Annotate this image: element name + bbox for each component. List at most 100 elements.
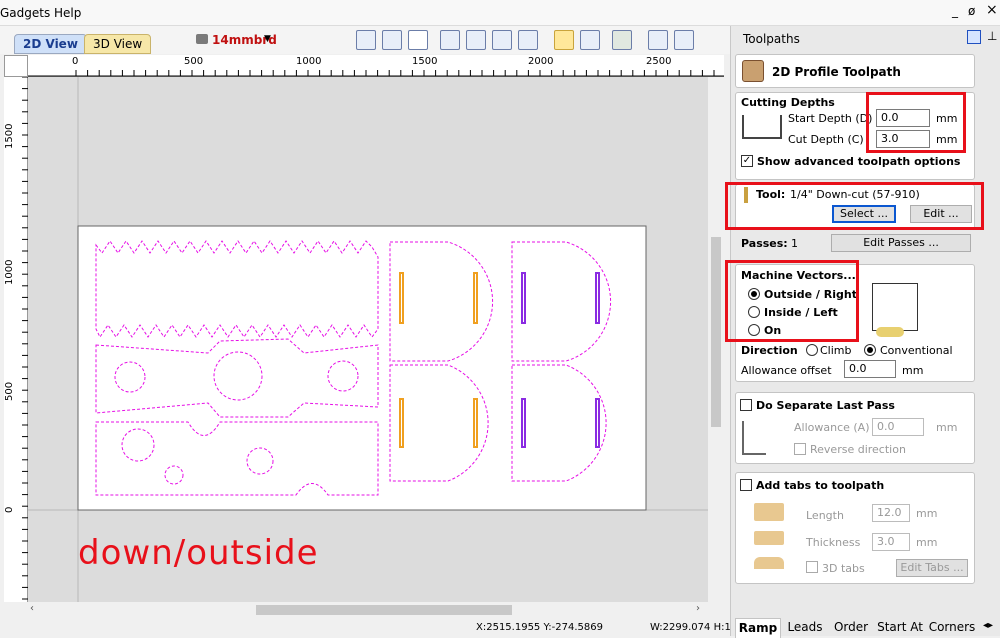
allowance-input[interactable]: 0.0	[844, 360, 896, 378]
highlight-tool	[725, 182, 984, 230]
edit-passes-button[interactable]: Edit Passes ...	[831, 234, 971, 252]
separate-last-pass-checkbox[interactable]	[740, 399, 752, 411]
zoom-box-icon[interactable]	[356, 30, 376, 50]
tab-thickness-input[interactable]: 3.0	[872, 533, 910, 551]
radio-climb[interactable]	[806, 344, 818, 356]
vscroll-thumb[interactable]	[711, 237, 721, 427]
advanced-options-checkbox[interactable]: ✓	[741, 155, 753, 167]
radio-conventional-label: Conventional	[880, 344, 953, 357]
ruler-h-label-500: 500	[184, 56, 204, 67]
vertical-scrollbar[interactable]	[708, 77, 724, 602]
highlight-machine-vectors	[725, 260, 859, 342]
menu-bar: Gadgets Help _ ø ×	[0, 0, 1000, 26]
tab-order[interactable]: Order	[829, 618, 873, 638]
panel-title: Toolpaths	[743, 32, 800, 46]
tab-3d-view[interactable]: 3D View	[84, 34, 152, 54]
ruler-h-label-2000: 2000	[528, 56, 554, 67]
ruler-h-label-2500: 2500	[646, 56, 672, 67]
ruler-h-label-0: 0	[72, 56, 79, 67]
ruler-h-label-1500: 1500	[412, 56, 438, 67]
zoom-in-icon[interactable]	[466, 30, 486, 50]
ruler-v-ticks	[22, 77, 28, 600]
add-tabs-label: Add tabs to toolpath	[756, 479, 885, 492]
restore-icon[interactable]: ø	[968, 4, 975, 18]
add-tabs-checkbox[interactable]	[740, 479, 752, 491]
tabs-3d-label: 3D tabs	[822, 562, 865, 575]
tab-3d-icon	[754, 557, 784, 569]
hscroll-thumb[interactable]	[256, 605, 512, 615]
ruler-v-label-1000: 1000	[4, 259, 15, 285]
minimize-icon[interactable]: _	[952, 4, 958, 18]
dock-pin-icon[interactable]: ⊥	[987, 29, 997, 43]
reverse-direction-label: Reverse direction	[810, 443, 906, 456]
horizontal-ruler: 0 500 1000 1500 2000 2500	[28, 55, 724, 77]
menu-help[interactable]: Help	[54, 6, 81, 20]
depth-diagram-icon	[742, 115, 782, 139]
horizontal-scrollbar[interactable]: ‹ ›	[28, 602, 708, 618]
cursor-coordinates: X:2515.1955 Y:-274.5869	[476, 622, 603, 633]
start-depth-label: Start Depth (D)	[788, 112, 873, 125]
tab-length-input[interactable]: 12.0	[872, 504, 910, 522]
zoom-out-icon[interactable]	[492, 30, 512, 50]
tab-2d-view[interactable]: 2D View	[14, 34, 87, 54]
tab-leads[interactable]: Leads	[783, 618, 827, 638]
close-icon[interactable]: ×	[986, 2, 998, 18]
scroll-right-icon[interactable]: ›	[696, 603, 700, 614]
tab-thickness-label: Thickness	[806, 536, 861, 549]
last-pass-allowance-label: Allowance (A)	[794, 421, 870, 434]
toolpath-panel: Toolpaths ⊥ 2D Profile Toolpath Cutting …	[725, 26, 1000, 638]
scroll-left-icon[interactable]: ‹	[30, 603, 34, 614]
split-view-icon[interactable]	[648, 30, 668, 50]
profile-toolpath-icon	[742, 60, 764, 82]
passes-label: Passes:	[741, 237, 788, 250]
toolpath-list-icon[interactable]	[580, 30, 600, 50]
separate-last-pass-label: Do Separate Last Pass	[756, 399, 895, 412]
ruler-h-label-1000: 1000	[296, 56, 322, 67]
zoom-selection-icon[interactable]	[382, 30, 402, 50]
radio-climb-label: Climb	[820, 344, 852, 357]
ruler-v-label-500: 500	[4, 381, 15, 401]
pan-icon[interactable]	[440, 30, 460, 50]
tabs-scroll-icon[interactable]: ◂▸	[983, 620, 993, 631]
zoom-extents-icon[interactable]	[518, 30, 538, 50]
toolpath-preview-icon[interactable]	[554, 30, 574, 50]
chevron-down-icon[interactable]: ▼	[264, 34, 271, 44]
tab-thickness-unit: mm	[916, 536, 938, 549]
toolpath-header: 2D Profile Toolpath	[735, 54, 975, 88]
layers-icon[interactable]	[612, 30, 632, 50]
ruler-h-ticks	[28, 70, 724, 77]
allowance-unit: mm	[902, 364, 924, 377]
separate-last-pass-card: Do Separate Last Pass Allowance (A) 0.0 …	[735, 392, 975, 464]
grid-icon[interactable]	[408, 30, 428, 50]
drawing-canvas[interactable]: down/outside	[28, 77, 708, 602]
ruler-v-label-1500: 1500	[4, 123, 15, 149]
tab-length-label: Length	[806, 509, 844, 522]
vertical-ruler: 1500 1000 500 0	[4, 77, 28, 602]
view-toolbar: 2D View 3D View 14mmbrd ▼	[0, 26, 730, 54]
tab-length-icon	[754, 503, 784, 521]
last-pass-allowance-unit: mm	[936, 421, 958, 434]
last-pass-allowance-input[interactable]: 0.0	[872, 418, 924, 436]
advanced-options-label: Show advanced toolpath options	[757, 155, 961, 168]
tab-ramp[interactable]: Ramp	[735, 618, 781, 638]
pin-icon[interactable]	[967, 30, 981, 44]
panel-toggle-icon[interactable]	[674, 30, 694, 50]
material-icon	[196, 34, 208, 44]
reverse-direction-checkbox[interactable]	[794, 443, 806, 455]
tabs-3d-checkbox[interactable]	[806, 561, 818, 573]
passes-value: 1	[791, 237, 798, 250]
last-pass-diagram-icon	[742, 421, 766, 455]
menu-gadgets[interactable]: Gadgets	[0, 6, 50, 20]
cut-depth-label: Cut Depth (C)	[788, 133, 864, 146]
tab-start-at[interactable]: Start At	[875, 618, 925, 638]
edit-tabs-button[interactable]: Edit Tabs ...	[896, 559, 968, 577]
tab-corners[interactable]: Corners	[927, 618, 977, 638]
cutter-preview-icon	[876, 327, 904, 337]
allowance-label: Allowance offset	[741, 364, 832, 377]
material-sheet	[77, 225, 647, 511]
tab-length-unit: mm	[916, 507, 938, 520]
toolpath-title: 2D Profile Toolpath	[772, 65, 901, 79]
tab-thickness-icon	[754, 531, 784, 545]
ruler-v-label-0: 0	[4, 506, 15, 513]
radio-conventional[interactable]	[864, 344, 876, 356]
